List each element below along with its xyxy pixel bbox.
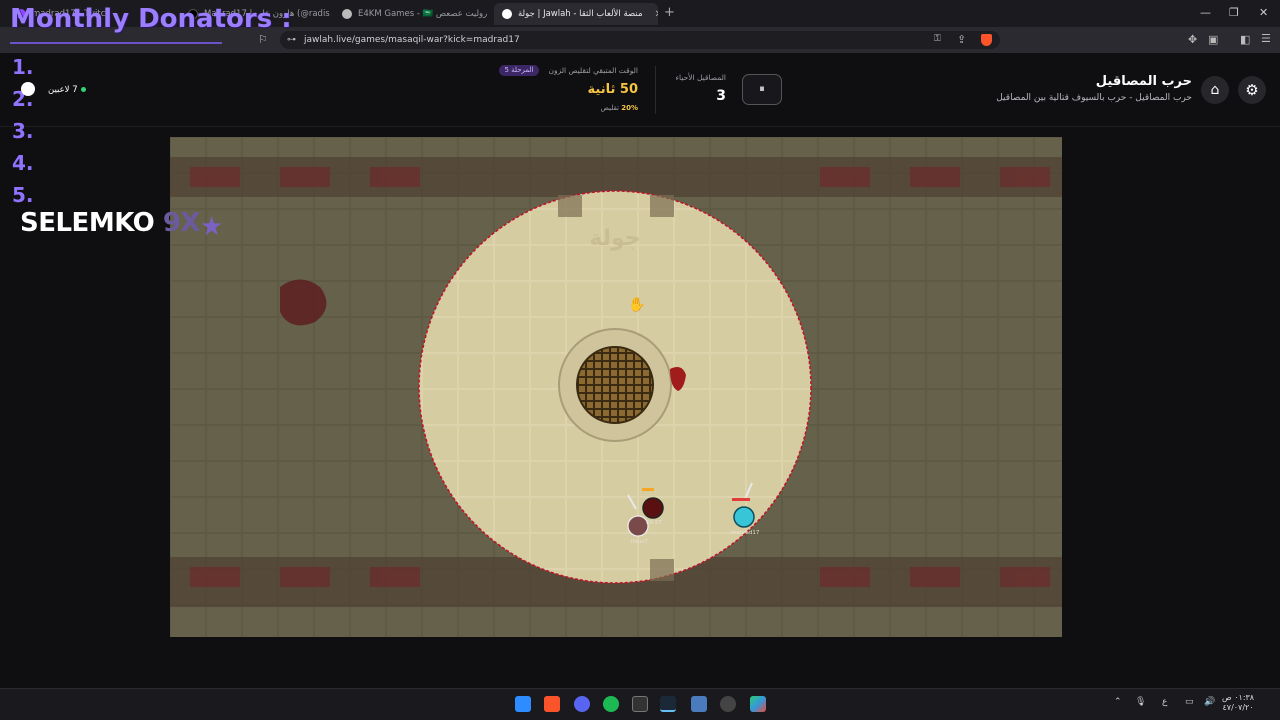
rank-3: 3. bbox=[12, 119, 34, 143]
game-title: حرب المصاقيل bbox=[1095, 74, 1192, 89]
game-header bbox=[0, 53, 1280, 127]
game-arena[interactable]: جولة ✋ 00:57 ifouz7 madrad17 bbox=[170, 137, 1062, 637]
photos-icon[interactable] bbox=[691, 696, 707, 712]
players-count: 7 لاعبين bbox=[48, 85, 78, 95]
alive-label: المصاقيل الأحياء bbox=[675, 73, 726, 82]
tab-jawlah[interactable]: جولة | Jawlah - منصة الألعاب الثقا ✕ bbox=[494, 3, 658, 25]
close-tab-icon[interactable]: ✕ bbox=[655, 9, 658, 20]
player-name-madrad17: madrad17 bbox=[731, 530, 760, 536]
network-icon[interactable]: ▭ bbox=[1185, 697, 1194, 707]
online-dot-icon bbox=[81, 87, 86, 92]
e4km-icon bbox=[342, 9, 352, 19]
taskbar-clock[interactable]: ٠١:٣٨ ص ٤٧/٠٧/٢٠ bbox=[1222, 693, 1254, 713]
player-timer: 00:57 bbox=[646, 520, 662, 526]
stage-badge: المرحلة 5 bbox=[499, 65, 539, 76]
rank-1: 1. bbox=[12, 55, 34, 79]
tab-e4km[interactable]: E4KM Games - 🇸🇦 روليت عصعص bbox=[334, 3, 492, 25]
obs-icon[interactable] bbox=[720, 696, 736, 712]
zone-pillar bbox=[650, 195, 674, 217]
top-donator-name: SELEMKO bbox=[20, 208, 155, 238]
streamer-avatar bbox=[21, 82, 35, 96]
shrink-label: تقليص bbox=[600, 104, 620, 112]
discord-icon[interactable] bbox=[574, 696, 590, 712]
xbox-icon[interactable] bbox=[632, 696, 648, 712]
volume-icon[interactable]: 🔊 bbox=[1204, 697, 1215, 707]
jawlah-icon bbox=[502, 9, 512, 19]
star-icon: ★ bbox=[200, 212, 224, 242]
brave-taskbar-icon[interactable] bbox=[544, 696, 560, 712]
arena-watermark: جولة bbox=[589, 226, 640, 251]
donators-underline bbox=[10, 42, 222, 44]
pit-grate bbox=[576, 346, 654, 424]
restore-icon[interactable]: ❐ bbox=[1229, 6, 1239, 19]
hand-cursor-icon: ✋ bbox=[628, 296, 645, 313]
wallet-icon[interactable]: ▣ bbox=[1208, 33, 1218, 46]
microphone-icon[interactable]: 🎙 bbox=[1135, 697, 1146, 707]
alive-count: 3 bbox=[716, 88, 726, 104]
windows-start-icon[interactable] bbox=[515, 696, 531, 712]
extensions-icon[interactable]: ✥ bbox=[1188, 33, 1197, 46]
steam-icon[interactable] bbox=[660, 696, 676, 712]
brave-shield-icon[interactable] bbox=[981, 34, 992, 46]
game-subtitle: حرب المصاقيل - حرب بالسيوف قتالية بين ال… bbox=[996, 93, 1192, 103]
rank-4: 4. bbox=[12, 151, 34, 175]
top-donator: SELEMKO 9X bbox=[20, 208, 200, 238]
zone-timer-value: 50 ثانية bbox=[587, 82, 638, 97]
clock-date: ٤٧/٠٧/٢٠ bbox=[1222, 703, 1254, 712]
shrink-percent: 20% bbox=[621, 104, 638, 112]
password-key-icon[interactable]: ⚿ bbox=[934, 34, 941, 44]
input-language[interactable]: ع bbox=[1162, 697, 1167, 707]
header-divider bbox=[655, 66, 656, 114]
close-window-icon[interactable]: ✕ bbox=[1259, 6, 1268, 19]
zone-pillar bbox=[558, 195, 582, 217]
tray-chevron-icon[interactable]: ⌃ bbox=[1114, 697, 1122, 707]
shrink-info: 20% تقليص bbox=[560, 104, 639, 112]
bookmark-icon[interactable]: ⚐ bbox=[258, 33, 268, 46]
minimize-icon[interactable]: — bbox=[1200, 6, 1211, 19]
zone-pillar bbox=[650, 559, 674, 581]
pause-button[interactable]: ⏸ bbox=[742, 74, 782, 105]
share-icon[interactable]: ⇪ bbox=[957, 33, 966, 46]
settings-gear-icon[interactable]: ⚙ bbox=[1238, 76, 1266, 104]
clock-time: ٠١:٣٨ ص bbox=[1222, 693, 1255, 702]
top-donator-multiplier: 9X bbox=[162, 208, 201, 238]
home-icon[interactable]: ⌂ bbox=[1201, 76, 1229, 104]
url-field[interactable]: ⊶ jawlah.live/games/masaqil-war?kick=mad… bbox=[280, 31, 1000, 49]
spotify-icon[interactable] bbox=[603, 696, 619, 712]
rank-5: 5. bbox=[12, 183, 34, 207]
sidebar-icon[interactable]: ◧ bbox=[1240, 33, 1250, 46]
copilot-icon[interactable] bbox=[750, 696, 766, 712]
menu-icon[interactable]: ☰ bbox=[1261, 32, 1271, 45]
player-name-ifouz7: ifouz7 bbox=[631, 539, 648, 545]
zone-timer-label: الوقت المتبقي لتقليص الزون bbox=[548, 66, 638, 75]
new-tab-button[interactable]: + bbox=[664, 5, 675, 20]
arena-canvas: جولة ✋ bbox=[170, 137, 1062, 637]
donators-title: Monthly Donators : bbox=[10, 4, 292, 34]
